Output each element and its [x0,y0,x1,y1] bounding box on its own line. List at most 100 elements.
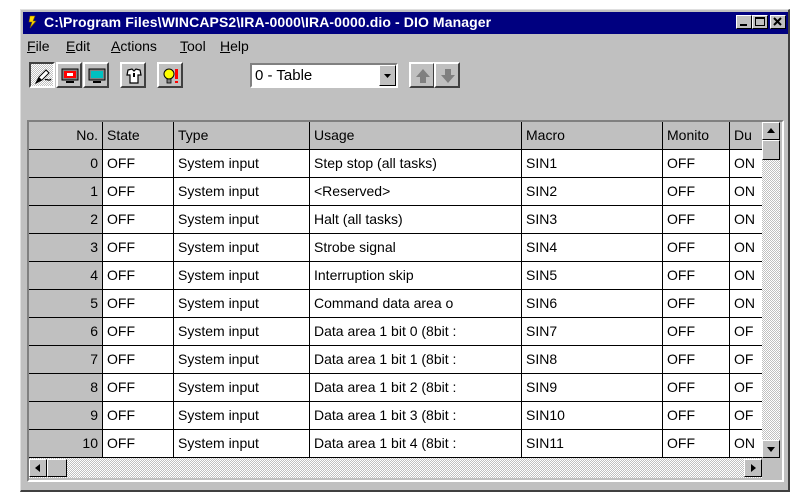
table-cell-macro[interactable]: SIN9 [522,374,663,402]
table-cell-usage[interactable]: Strobe signal [310,234,522,262]
menu-actions[interactable]: Actions [111,38,157,54]
table-cell-type[interactable]: System input [174,290,310,318]
table-cell-state[interactable]: OFF [103,374,174,402]
table-cell-usage[interactable]: Interruption skip [310,262,522,290]
row-header[interactable]: 5 [29,290,103,318]
scroll-left-button[interactable] [29,459,47,477]
move-down-button[interactable] [434,62,460,88]
scroll-right-button[interactable] [744,459,762,477]
table-cell-state[interactable]: OFF [103,430,174,458]
column-header-monitor[interactable]: Monito [663,122,730,150]
table-cell-macro[interactable]: SIN11 [522,430,663,458]
scroll-up-button[interactable] [762,122,780,140]
row-header[interactable]: 10 [29,430,103,458]
row-header[interactable]: 1 [29,178,103,206]
menu-help[interactable]: Help [220,38,249,54]
table-cell-dummy[interactable]: OF [730,318,762,346]
table-cell-dummy[interactable]: ON [730,290,762,318]
shirt-button[interactable] [120,62,146,88]
table-cell-dummy[interactable]: OF [730,402,762,430]
row-header[interactable]: 8 [29,374,103,402]
view-select[interactable]: 0 - Table [250,63,398,88]
table-cell-type[interactable]: System input [174,374,310,402]
table-cell-monitor[interactable]: OFF [663,402,730,430]
table-cell-state[interactable]: OFF [103,234,174,262]
table-cell-monitor[interactable]: OFF [663,206,730,234]
table-cell-macro[interactable]: SIN10 [522,402,663,430]
menu-edit[interactable]: Edit [66,38,90,54]
column-header-macro[interactable]: Macro [522,122,663,150]
table-cell-usage[interactable]: <Reserved> [310,178,522,206]
table-cell-dummy[interactable]: ON [730,150,762,178]
row-header[interactable]: 6 [29,318,103,346]
table-cell-macro[interactable]: SIN8 [522,346,663,374]
vertical-scrollbar[interactable] [762,122,780,458]
table-cell-monitor[interactable]: OFF [663,346,730,374]
close-button[interactable] [770,15,786,29]
table-cell-monitor[interactable]: OFF [663,234,730,262]
table-cell-state[interactable]: OFF [103,346,174,374]
monitor-green-button[interactable] [83,62,109,88]
table-cell-usage[interactable]: Data area 1 bit 4 (8bit : [310,430,522,458]
table-cell-macro[interactable]: SIN4 [522,234,663,262]
table-cell-dummy[interactable]: ON [730,206,762,234]
table-cell-usage[interactable]: Command data area o [310,290,522,318]
table-cell-macro[interactable]: SIN5 [522,262,663,290]
table-cell-usage[interactable]: Data area 1 bit 2 (8bit : [310,374,522,402]
table-cell-usage[interactable]: Step stop (all tasks) [310,150,522,178]
table-cell-usage[interactable]: Data area 1 bit 1 (8bit : [310,346,522,374]
table-cell-type[interactable]: System input [174,206,310,234]
table-cell-state[interactable]: OFF [103,262,174,290]
table-cell-dummy[interactable]: ON [730,430,762,458]
row-header[interactable]: 9 [29,402,103,430]
table-cell-state[interactable]: OFF [103,290,174,318]
title-bar[interactable]: C:\Program Files\WINCAPS2\IRA-0000\IRA-0… [23,12,788,34]
table-cell-macro[interactable]: SIN3 [522,206,663,234]
table-cell-macro[interactable]: SIN1 [522,150,663,178]
row-header[interactable]: 7 [29,346,103,374]
table-cell-macro[interactable]: SIN6 [522,290,663,318]
row-header[interactable]: 3 [29,234,103,262]
table-cell-state[interactable]: OFF [103,178,174,206]
table-cell-type[interactable]: System input [174,346,310,374]
maximize-button[interactable] [752,15,768,29]
table-cell-type[interactable]: System input [174,402,310,430]
menu-file[interactable]: File [27,38,50,54]
table-cell-monitor[interactable]: OFF [663,262,730,290]
row-header[interactable]: 0 [29,150,103,178]
table-cell-state[interactable]: OFF [103,206,174,234]
table-cell-monitor[interactable]: OFF [663,318,730,346]
table-cell-monitor[interactable]: OFF [663,150,730,178]
table-cell-type[interactable]: System input [174,318,310,346]
table-cell-dummy[interactable]: ON [730,262,762,290]
table-cell-type[interactable]: System input [174,262,310,290]
row-header[interactable]: 4 [29,262,103,290]
table-cell-dummy[interactable]: OF [730,346,762,374]
column-header-state[interactable]: State [103,122,174,150]
column-header-type[interactable]: Type [174,122,310,150]
monitor-red-button[interactable] [56,62,82,88]
column-header-dummy[interactable]: Du [730,122,762,150]
table-cell-type[interactable]: System input [174,178,310,206]
table-cell-macro[interactable]: SIN2 [522,178,663,206]
vertical-scroll-thumb[interactable] [762,140,780,160]
table-cell-macro[interactable]: SIN7 [522,318,663,346]
table-cell-usage[interactable]: Data area 1 bit 3 (8bit : [310,402,522,430]
table-cell-monitor[interactable]: OFF [663,290,730,318]
table-cell-dummy[interactable]: OF [730,374,762,402]
table-cell-state[interactable]: OFF [103,318,174,346]
table-cell-state[interactable]: OFF [103,150,174,178]
menu-tool[interactable]: Tool [180,38,206,54]
edit-mode-button[interactable] [29,62,55,88]
table-cell-type[interactable]: System input [174,234,310,262]
scroll-down-button[interactable] [762,440,780,458]
table-cell-dummy[interactable]: ON [730,178,762,206]
move-up-button[interactable] [409,62,435,88]
table-cell-dummy[interactable]: ON [730,234,762,262]
alert-button[interactable] [157,62,183,88]
table-cell-usage[interactable]: Data area 1 bit 0 (8bit : [310,318,522,346]
table-cell-monitor[interactable]: OFF [663,178,730,206]
column-header-usage[interactable]: Usage [310,122,522,150]
table-cell-type[interactable]: System input [174,430,310,458]
row-header[interactable]: 2 [29,206,103,234]
